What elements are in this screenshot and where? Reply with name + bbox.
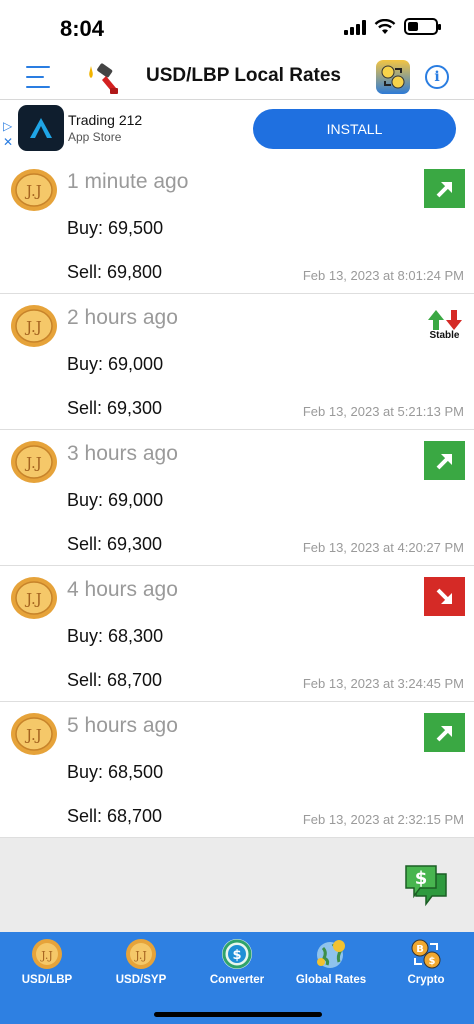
- status-time: 8:04: [60, 16, 105, 41]
- trading212-logo: [18, 105, 64, 151]
- buy-rate: Buy: 69,000: [67, 354, 164, 374]
- rate-time-ago: 1 minute ago: [67, 170, 189, 193]
- app-header: USD/LBP Local Rates i: [0, 56, 474, 100]
- sell-rate: Sell: 69,300: [67, 398, 163, 418]
- home-indicator[interactable]: [154, 1012, 322, 1017]
- coin-icon: J.J: [11, 305, 57, 347]
- rate-timestamp: Feb 13, 2023 at 3:24:45 PM: [302, 676, 464, 691]
- trend-stable-icon: Stable: [424, 305, 465, 344]
- fuel-pump-icon: [89, 63, 118, 94]
- svg-text:J.J: J.J: [40, 949, 52, 962]
- trend-up-icon: [424, 713, 465, 752]
- battery-icon: [404, 18, 441, 35]
- svg-text:$: $: [415, 868, 428, 889]
- install-button[interactable]: INSTALL: [253, 109, 456, 149]
- rate-row[interactable]: J.J 4 hours ago Buy: 68,300 Sell: 68,700…: [0, 566, 474, 702]
- svg-text:J.J: J.J: [24, 454, 42, 472]
- svg-text:$: $: [429, 956, 436, 967]
- svg-text:J.J: J.J: [134, 949, 146, 962]
- trend-up-icon: [424, 441, 465, 480]
- tab-label: USD/SYP: [115, 974, 167, 986]
- stable-label: Stable: [429, 330, 460, 341]
- coin-icon: J.J: [32, 939, 62, 969]
- ad-choices-icon[interactable]: ▷ ✕: [3, 119, 13, 149]
- buy-rate: Buy: 69,000: [67, 490, 164, 510]
- hamburger-menu-icon[interactable]: [26, 66, 50, 88]
- currency-exchange-icon[interactable]: [376, 60, 410, 94]
- ad-banner[interactable]: ▷ ✕ Trading 212 App Store INSTALL: [0, 101, 474, 157]
- coin-icon: J.J: [11, 169, 57, 211]
- rate-row[interactable]: J.J 2 hours ago Buy: 69,000 Sell: 69,300…: [0, 294, 474, 430]
- rate-time-ago: 3 hours ago: [67, 442, 178, 465]
- tab-label: Crypto: [407, 974, 445, 986]
- svg-text:J.J: J.J: [24, 318, 42, 336]
- dollar-chat-icon[interactable]: $: [402, 860, 450, 908]
- dollar-converter-icon: $: [222, 939, 252, 969]
- rate-timestamp: Feb 13, 2023 at 4:20:27 PM: [302, 540, 464, 555]
- tab-label: USD/LBP: [21, 974, 73, 986]
- rate-time-ago: 4 hours ago: [67, 578, 178, 601]
- rate-time-ago: 5 hours ago: [67, 714, 178, 737]
- svg-text:J.J: J.J: [24, 590, 42, 608]
- wifi-icon: [374, 18, 396, 34]
- cellular-signal-icon: [344, 19, 366, 35]
- tab-label: Converter: [209, 974, 265, 986]
- sell-rate: Sell: 68,700: [67, 670, 163, 690]
- rate-row[interactable]: J.J 1 minute ago Buy: 69,500 Sell: 69,80…: [0, 158, 474, 294]
- page-title: USD/LBP Local Rates: [146, 65, 341, 86]
- coin-icon: J.J: [126, 939, 156, 969]
- status-icons: [344, 18, 441, 35]
- rate-row[interactable]: J.J 5 hours ago Buy: 68,500 Sell: 68,700…: [0, 702, 474, 838]
- buy-rate: Buy: 68,500: [67, 762, 164, 782]
- svg-text:B: B: [416, 944, 424, 955]
- bitcoin-exchange-icon: B$: [411, 939, 441, 969]
- info-icon[interactable]: i: [425, 65, 449, 89]
- ad-app-name: Trading 212: [68, 112, 143, 128]
- svg-text:J.J: J.J: [24, 726, 42, 744]
- rate-timestamp: Feb 13, 2023 at 2:32:15 PM: [302, 812, 464, 827]
- sell-rate: Sell: 69,800: [67, 262, 163, 282]
- rate-timestamp: Feb 13, 2023 at 5:21:13 PM: [302, 404, 464, 419]
- tab-global-rates[interactable]: Global Rates: [284, 938, 378, 994]
- tab-label: Global Rates: [295, 974, 367, 986]
- buy-rate: Buy: 69,500: [67, 218, 164, 238]
- ad-store-name: App Store: [68, 130, 122, 144]
- tab-converter[interactable]: $ Converter: [190, 938, 284, 994]
- coin-icon: J.J: [11, 441, 57, 483]
- globe-icon: [317, 940, 345, 968]
- tab-crypto[interactable]: B $ Crypto: [379, 938, 473, 994]
- buy-rate: Buy: 68,300: [67, 626, 164, 646]
- coin-icon: J.J: [11, 577, 57, 619]
- coin-icon: J.J: [11, 713, 57, 755]
- tab-usd-lbp[interactable]: J.J USD/LBP: [0, 938, 94, 994]
- rate-list: J.J 1 minute ago Buy: 69,500 Sell: 69,80…: [0, 158, 474, 838]
- trend-up-icon: [424, 169, 465, 208]
- rate-time-ago: 2 hours ago: [67, 306, 178, 329]
- svg-text:$: $: [232, 948, 241, 963]
- svg-text:J.J: J.J: [24, 182, 42, 200]
- status-bar: 8:04: [0, 0, 474, 56]
- sell-rate: Sell: 68,700: [67, 806, 163, 826]
- tab-usd-syp[interactable]: J.J USD/SYP: [94, 938, 188, 994]
- sell-rate: Sell: 69,300: [67, 534, 163, 554]
- trend-down-icon: [424, 577, 465, 616]
- bottom-tab-bar: J.J USD/LBP J.J USD/SYP $ Converter Glob…: [0, 932, 474, 1024]
- rate-row[interactable]: J.J 3 hours ago Buy: 69,000 Sell: 69,300…: [0, 430, 474, 566]
- rate-timestamp: Feb 13, 2023 at 8:01:24 PM: [302, 268, 464, 283]
